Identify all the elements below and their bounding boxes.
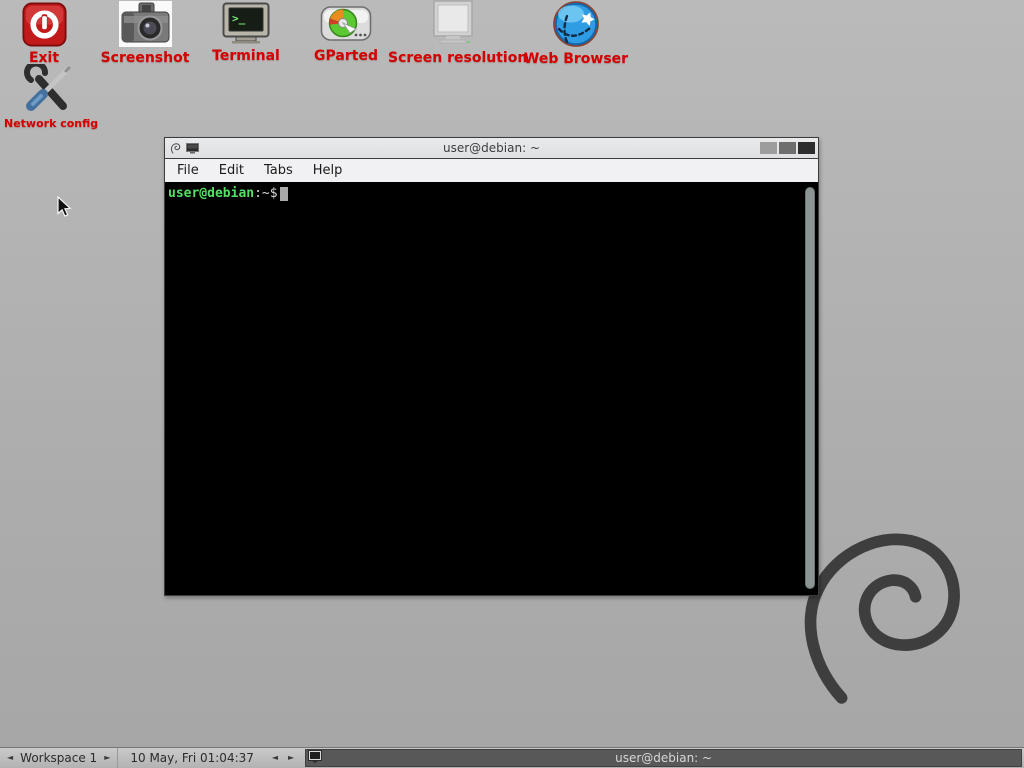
scrollbar-track[interactable] [803,182,818,595]
camera-icon [99,1,191,47]
globe-icon [522,0,630,48]
taskbar-clock: 10 May, Fri 01:04:37 [118,751,266,765]
task-button-title: user@debian: ~ [306,751,1021,765]
power-icon [8,2,80,47]
task-monitor-icon [308,750,322,766]
tools-icon [4,64,92,114]
terminal-screen[interactable]: user@debian:~$ [165,182,818,595]
icon-label: Network config [4,117,92,130]
desktop-icon-exit[interactable]: Exit [8,2,80,66]
menu-help[interactable]: Help [303,159,353,182]
terminal-app-icon [186,139,199,158]
workspace-label: Workspace 1 [20,751,97,765]
desktop-icon-network-config[interactable]: Network config [4,64,92,130]
icon-label: Screenshot [99,50,191,66]
text-cursor [280,187,288,201]
workspace-prev-icon[interactable]: ◄ [7,748,13,768]
window-titlebar[interactable]: user@debian: ~ [165,138,818,159]
prompt-separator: : [254,186,262,201]
terminal-window: user@debian: ~ File Edit Tabs Help user@… [164,137,819,596]
scrollbar-thumb[interactable] [805,187,815,589]
menu-file[interactable]: File [167,159,209,182]
debian-swirl-icon [170,139,181,158]
shade-button[interactable] [760,142,777,154]
pager-next-icon[interactable]: ► [288,748,294,768]
maximize-button[interactable] [779,142,796,154]
close-button[interactable] [798,142,815,154]
menu-edit[interactable]: Edit [209,159,254,182]
debian-swirl-watermark [795,503,970,712]
menu-tabs[interactable]: Tabs [254,159,303,182]
prompt-path: ~$ [262,186,278,201]
prompt-user-host: user@debian [168,186,254,201]
mouse-pointer [57,196,72,222]
desktop-icon-gparted[interactable]: GParted [306,3,386,64]
monitor-icon [388,0,518,47]
icon-label: Screen resolution [388,50,518,66]
harddisk-partition-icon [306,3,386,45]
terminal-menubar: File Edit Tabs Help [165,159,818,182]
icon-label: Web Browser [522,51,630,67]
window-title: user@debian: ~ [165,141,818,155]
taskbar: ◄ Workspace 1 ► 10 May, Fri 01:04:37 ◄ ►… [0,747,1024,768]
task-button-terminal[interactable]: user@debian: ~ [305,749,1022,767]
shell-prompt: user@debian:~$ [168,186,802,201]
icon-label: Terminal [202,48,290,64]
svg-text:>_: >_ [232,12,246,25]
workspace-next-icon[interactable]: ► [104,748,110,768]
terminal-crt-icon: >_ [202,2,290,45]
icon-label: GParted [306,48,386,64]
desktop-icon-screenshot[interactable]: Screenshot [99,1,191,66]
pager-prev-icon[interactable]: ◄ [272,748,278,768]
desktop-icon-screen-resolution[interactable]: Screen resolution [388,0,518,66]
workspace-switcher[interactable]: ◄ Workspace 1 ► [0,748,118,768]
iconbox-pager: ◄ ► [266,748,300,768]
desktop-icon-terminal[interactable]: >_ Terminal [202,2,290,64]
desktop-icon-web-browser[interactable]: Web Browser [522,0,630,67]
